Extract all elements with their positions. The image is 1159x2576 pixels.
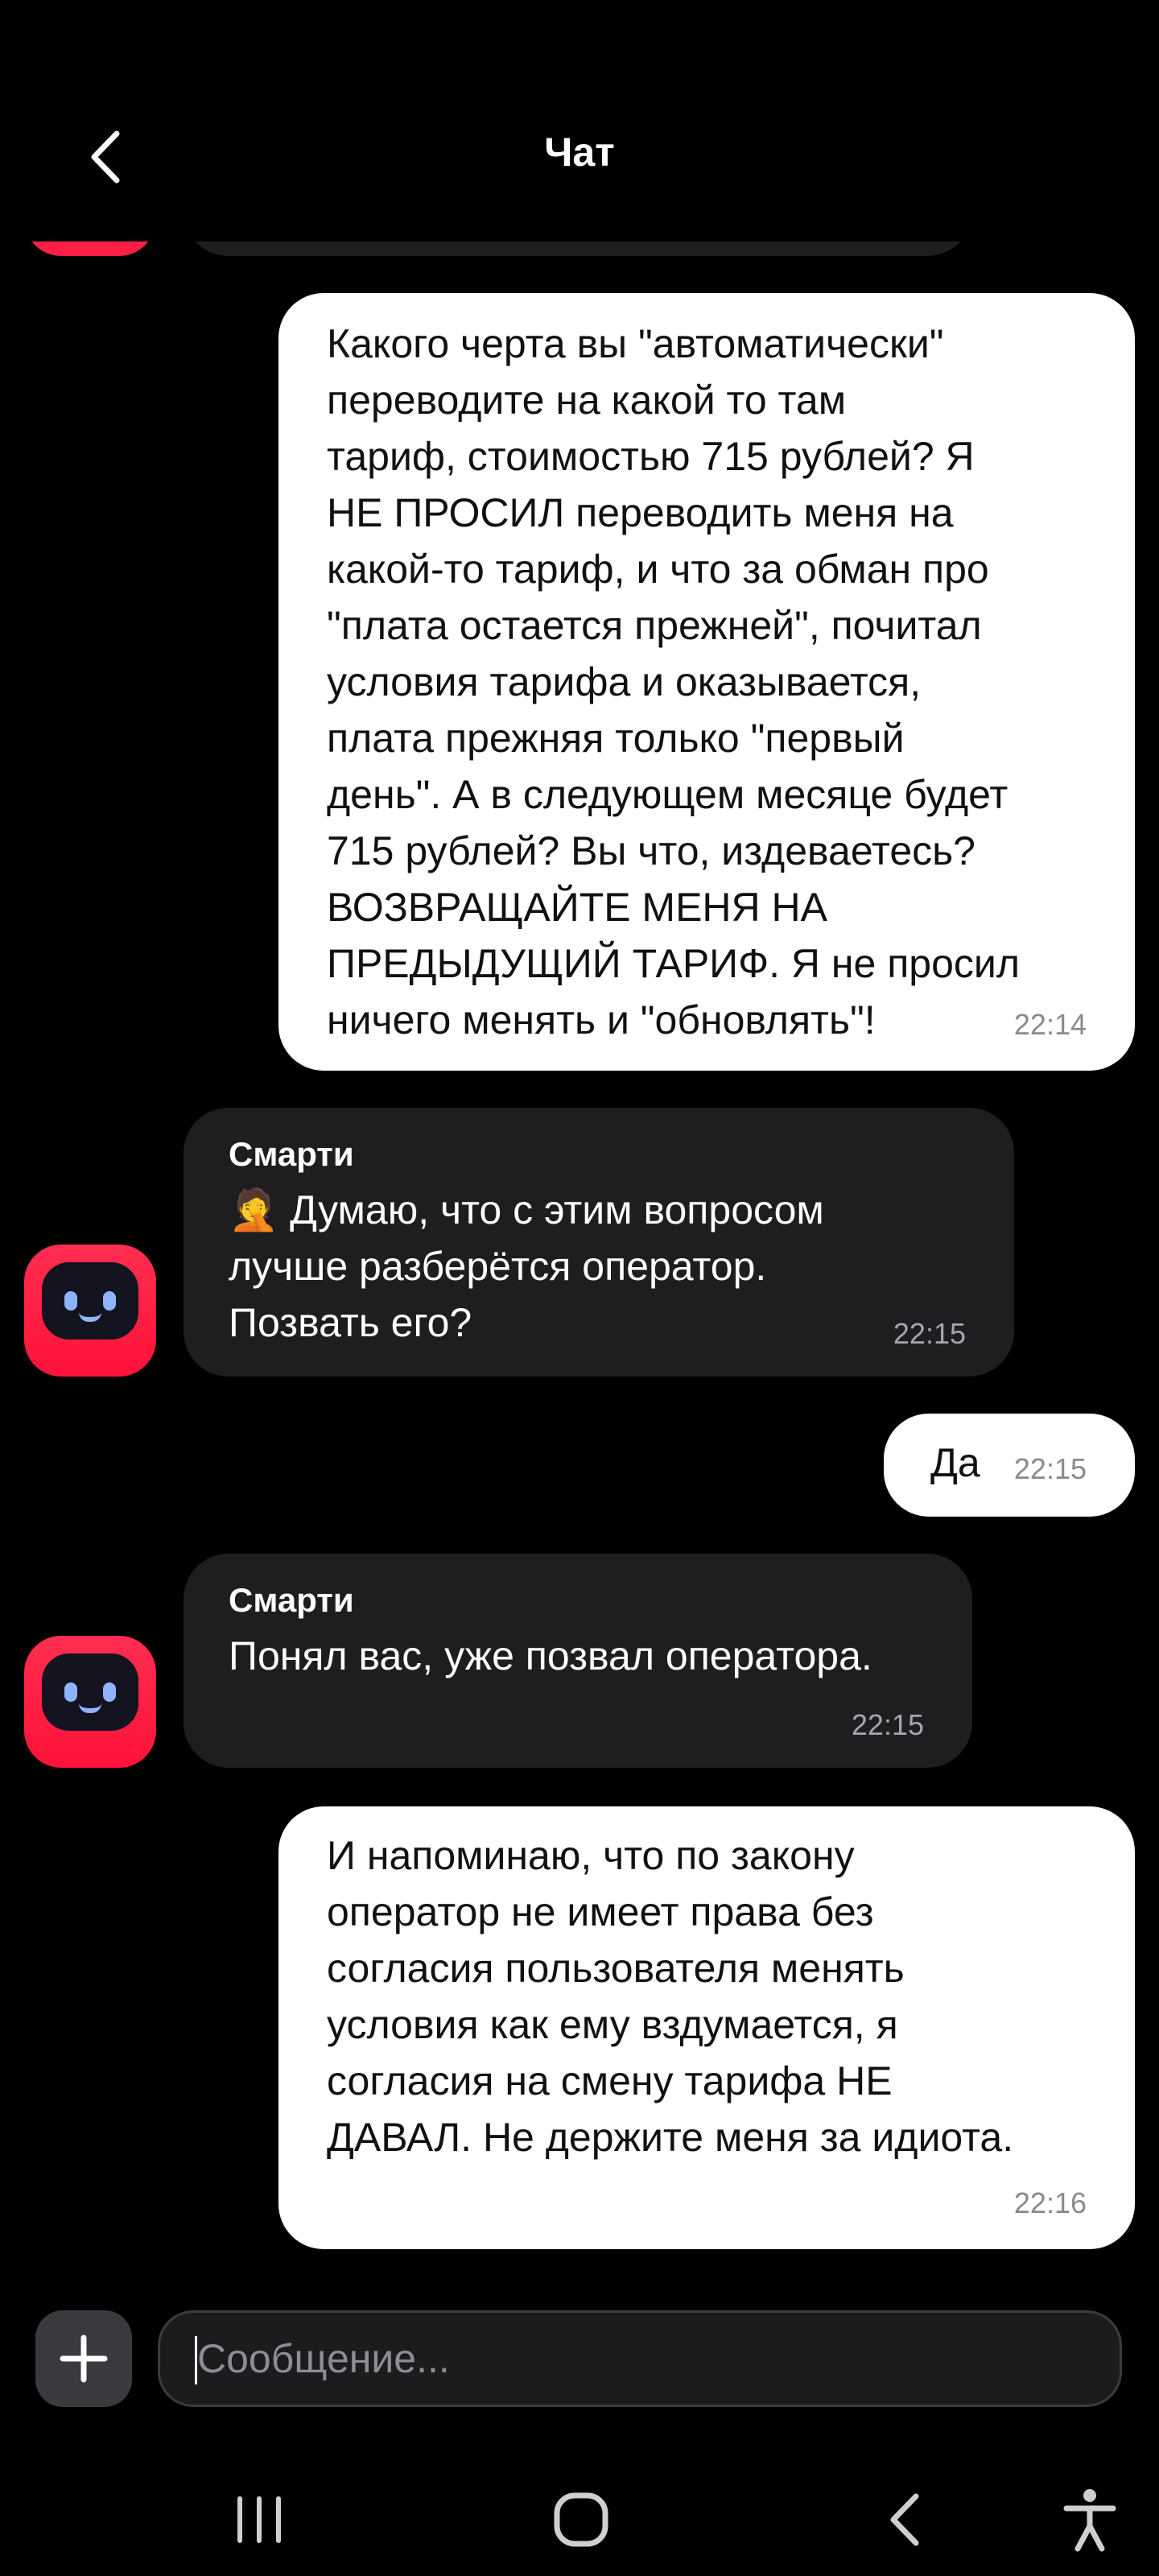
message-outgoing[interactable]: Да 22:15 [884,1414,1135,1517]
text-caret [195,2336,197,2384]
message-outgoing[interactable]: И напоминаю, что по закону оператор не и… [278,1806,1135,2249]
message-time: 22:14 [1013,1008,1087,1041]
chat-area: Какого черта вы "автоматически" переводи… [0,0,1159,2286]
message-text: И напоминаю, что по закону оператор не и… [327,1833,1014,2160]
message-composer [0,2286,1159,2431]
system-navigation-bar [0,2431,1159,2576]
message-time: 22:16 [1013,2186,1087,2219]
nav-recents-button[interactable] [219,2479,299,2560]
message-input[interactable] [158,2310,1122,2407]
robot-avatar-icon [42,1262,138,1340]
recents-icon [237,2496,281,2543]
message-sender: Смарти [229,1581,354,1619]
bot-avatar[interactable] [24,1245,156,1377]
app-header: Чат [0,0,1159,242]
message-incoming[interactable]: Смарти Понял вас, уже позвал оператора. … [184,1554,972,1768]
page-title: Чат [544,130,615,175]
message-text: Понял вас, уже позвал оператора. [229,1633,872,1678]
message-text: 🤦 Думаю, что с этим вопросом лучше разбе… [229,1187,824,1345]
home-icon [554,2492,608,2547]
message-time: 22:15 [1013,1452,1087,1485]
plus-icon [60,2334,108,2383]
message-text: Да [930,1440,980,1485]
nav-back-button[interactable] [864,2479,945,2560]
add-attachment-button[interactable] [35,2310,132,2407]
robot-avatar-icon [42,1653,138,1731]
nav-accessibility-button[interactable] [1050,2479,1130,2560]
message-time: 22:15 [851,1708,924,1741]
message-text: Какого черта вы "автоматически" переводи… [327,321,1021,1042]
message-sender: Смарти [229,1135,354,1173]
message-time: 22:15 [893,1317,966,1350]
nav-home-button[interactable] [541,2479,621,2560]
bot-avatar[interactable] [24,1636,156,1768]
message-incoming[interactable]: Смарти 🤦 Думаю, что с этим вопросом лучш… [184,1108,1014,1377]
accessibility-icon [1063,2489,1116,2552]
back-icon [890,2493,919,2546]
message-outgoing[interactable]: Какого черта вы "автоматически" переводи… [278,293,1135,1071]
